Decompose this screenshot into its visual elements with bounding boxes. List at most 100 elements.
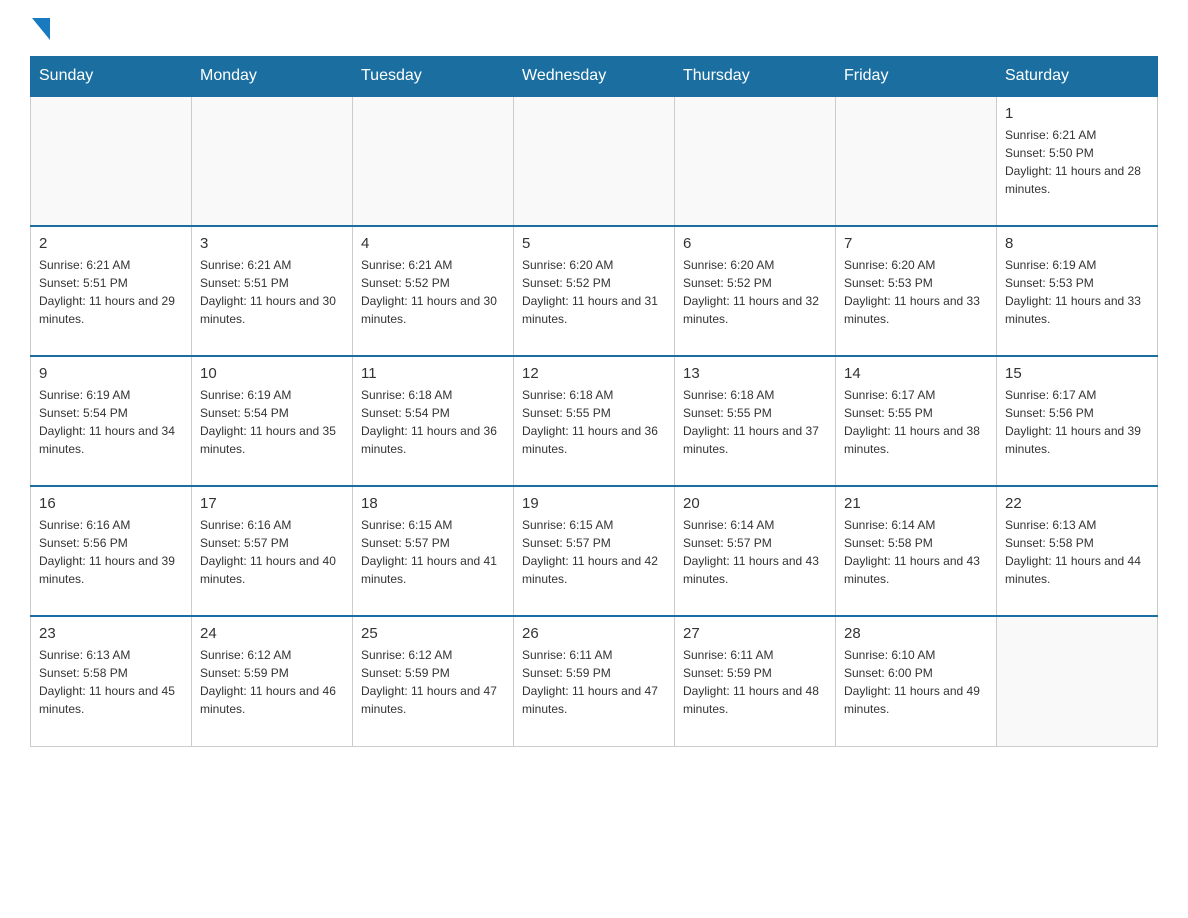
- calendar-day-cell: 25 Sunrise: 6:12 AM Sunset: 5:59 PM Dayli…: [353, 616, 514, 746]
- calendar-day-cell: 4 Sunrise: 6:21 AM Sunset: 5:52 PM Daylig…: [353, 226, 514, 356]
- day-number: 25: [361, 625, 505, 642]
- weekday-header-thursday: Thursday: [675, 57, 836, 97]
- day-info: Sunrise: 6:18 AM Sunset: 5:55 PM Dayligh…: [522, 386, 666, 458]
- calendar-day-cell: 24 Sunrise: 6:12 AM Sunset: 5:59 PM Dayli…: [192, 616, 353, 746]
- day-number: 19: [522, 495, 666, 512]
- calendar-day-cell: 20 Sunrise: 6:14 AM Sunset: 5:57 PM Dayli…: [675, 486, 836, 616]
- calendar-day-cell: 21 Sunrise: 6:14 AM Sunset: 5:58 PM Dayli…: [836, 486, 997, 616]
- day-info: Sunrise: 6:21 AM Sunset: 5:51 PM Dayligh…: [200, 256, 344, 328]
- weekday-header-saturday: Saturday: [997, 57, 1158, 97]
- day-number: 5: [522, 235, 666, 252]
- calendar-day-cell: [192, 96, 353, 226]
- day-number: 21: [844, 495, 988, 512]
- calendar-day-cell: [675, 96, 836, 226]
- day-number: 7: [844, 235, 988, 252]
- day-number: 3: [200, 235, 344, 252]
- day-info: Sunrise: 6:12 AM Sunset: 5:59 PM Dayligh…: [200, 646, 344, 718]
- calendar-day-cell: 27 Sunrise: 6:11 AM Sunset: 5:59 PM Dayli…: [675, 616, 836, 746]
- day-info: Sunrise: 6:21 AM Sunset: 5:50 PM Dayligh…: [1005, 126, 1149, 198]
- calendar-day-cell: 10 Sunrise: 6:19 AM Sunset: 5:54 PM Dayli…: [192, 356, 353, 486]
- day-number: 1: [1005, 105, 1149, 122]
- calendar-day-cell: [997, 616, 1158, 746]
- day-info: Sunrise: 6:10 AM Sunset: 6:00 PM Dayligh…: [844, 646, 988, 718]
- day-number: 2: [39, 235, 183, 252]
- day-number: 18: [361, 495, 505, 512]
- day-info: Sunrise: 6:16 AM Sunset: 5:56 PM Dayligh…: [39, 516, 183, 588]
- day-info: Sunrise: 6:16 AM Sunset: 5:57 PM Dayligh…: [200, 516, 344, 588]
- day-info: Sunrise: 6:14 AM Sunset: 5:58 PM Dayligh…: [844, 516, 988, 588]
- day-info: Sunrise: 6:20 AM Sunset: 5:53 PM Dayligh…: [844, 256, 988, 328]
- calendar-week-row: 1 Sunrise: 6:21 AM Sunset: 5:50 PM Daylig…: [31, 96, 1158, 226]
- calendar-day-cell: 26 Sunrise: 6:11 AM Sunset: 5:59 PM Dayli…: [514, 616, 675, 746]
- day-number: 8: [1005, 235, 1149, 252]
- day-number: 10: [200, 365, 344, 382]
- calendar-day-cell: 14 Sunrise: 6:17 AM Sunset: 5:55 PM Dayli…: [836, 356, 997, 486]
- calendar-day-cell: 13Sunrise: 6:18 AM Sunset: 5:55 PM Dayli…: [675, 356, 836, 486]
- day-info: Sunrise: 6:17 AM Sunset: 5:55 PM Dayligh…: [844, 386, 988, 458]
- page-header: [30, 20, 1158, 36]
- calendar-day-cell: 15 Sunrise: 6:17 AM Sunset: 5:56 PM Dayli…: [997, 356, 1158, 486]
- calendar-day-cell: 7 Sunrise: 6:20 AM Sunset: 5:53 PM Daylig…: [836, 226, 997, 356]
- day-number: 17: [200, 495, 344, 512]
- day-info: Sunrise: 6:20 AM Sunset: 5:52 PM Dayligh…: [522, 256, 666, 328]
- calendar-day-cell: 23 Sunrise: 6:13 AM Sunset: 5:58 PM Dayli…: [31, 616, 192, 746]
- calendar-body: 1 Sunrise: 6:21 AM Sunset: 5:50 PM Daylig…: [31, 96, 1158, 746]
- day-info: Sunrise: 6:11 AM Sunset: 5:59 PM Dayligh…: [683, 646, 827, 718]
- day-info: Sunrise: 6:13 AM Sunset: 5:58 PM Dayligh…: [39, 646, 183, 718]
- day-number: 24: [200, 625, 344, 642]
- logo-triangle-icon: [32, 18, 50, 40]
- calendar-day-cell: 12Sunrise: 6:18 AM Sunset: 5:55 PM Dayli…: [514, 356, 675, 486]
- weekday-header-sunday: Sunday: [31, 57, 192, 97]
- weekday-header-friday: Friday: [836, 57, 997, 97]
- calendar-day-cell: [514, 96, 675, 226]
- calendar-day-cell: 5 Sunrise: 6:20 AM Sunset: 5:52 PM Daylig…: [514, 226, 675, 356]
- calendar-day-cell: 1 Sunrise: 6:21 AM Sunset: 5:50 PM Daylig…: [997, 96, 1158, 226]
- day-info: Sunrise: 6:18 AM Sunset: 5:54 PM Dayligh…: [361, 386, 505, 458]
- day-info: Sunrise: 6:14 AM Sunset: 5:57 PM Dayligh…: [683, 516, 827, 588]
- day-info: Sunrise: 6:15 AM Sunset: 5:57 PM Dayligh…: [522, 516, 666, 588]
- day-info: Sunrise: 6:12 AM Sunset: 5:59 PM Dayligh…: [361, 646, 505, 718]
- calendar-day-cell: 22 Sunrise: 6:13 AM Sunset: 5:58 PM Dayli…: [997, 486, 1158, 616]
- calendar-day-cell: 11 Sunrise: 6:18 AM Sunset: 5:54 PM Dayli…: [353, 356, 514, 486]
- day-number: 20: [683, 495, 827, 512]
- calendar-day-cell: 19 Sunrise: 6:15 AM Sunset: 5:57 PM Dayli…: [514, 486, 675, 616]
- day-number: 28: [844, 625, 988, 642]
- calendar-day-cell: 8 Sunrise: 6:19 AM Sunset: 5:53 PM Daylig…: [997, 226, 1158, 356]
- calendar-header: SundayMondayTuesdayWednesdayThursdayFrid…: [31, 57, 1158, 97]
- day-info: Sunrise: 6:17 AM Sunset: 5:56 PM Dayligh…: [1005, 386, 1149, 458]
- weekday-header-monday: Monday: [192, 57, 353, 97]
- calendar-day-cell: [353, 96, 514, 226]
- weekday-header-wednesday: Wednesday: [514, 57, 675, 97]
- day-info: Sunrise: 6:21 AM Sunset: 5:51 PM Dayligh…: [39, 256, 183, 328]
- day-info: Sunrise: 6:19 AM Sunset: 5:54 PM Dayligh…: [200, 386, 344, 458]
- calendar-day-cell: 3 Sunrise: 6:21 AM Sunset: 5:51 PM Daylig…: [192, 226, 353, 356]
- day-info: Sunrise: 6:19 AM Sunset: 5:53 PM Dayligh…: [1005, 256, 1149, 328]
- calendar-week-row: 2 Sunrise: 6:21 AM Sunset: 5:51 PM Daylig…: [31, 226, 1158, 356]
- calendar-week-row: 16 Sunrise: 6:16 AM Sunset: 5:56 PM Dayli…: [31, 486, 1158, 616]
- day-number: 11: [361, 365, 505, 382]
- calendar-week-row: 9 Sunrise: 6:19 AM Sunset: 5:54 PM Daylig…: [31, 356, 1158, 486]
- day-number: 16: [39, 495, 183, 512]
- day-number: 27: [683, 625, 827, 642]
- day-number: 9: [39, 365, 183, 382]
- day-number: 4: [361, 235, 505, 252]
- day-number: 14: [844, 365, 988, 382]
- day-info: Sunrise: 6:21 AM Sunset: 5:52 PM Dayligh…: [361, 256, 505, 328]
- day-info: Sunrise: 6:13 AM Sunset: 5:58 PM Dayligh…: [1005, 516, 1149, 588]
- calendar-day-cell: 6 Sunrise: 6:20 AM Sunset: 5:52 PM Daylig…: [675, 226, 836, 356]
- day-number: 15: [1005, 365, 1149, 382]
- day-number: 6: [683, 235, 827, 252]
- calendar-day-cell: 17 Sunrise: 6:16 AM Sunset: 5:57 PM Dayli…: [192, 486, 353, 616]
- calendar-day-cell: 16 Sunrise: 6:16 AM Sunset: 5:56 PM Dayli…: [31, 486, 192, 616]
- day-number: 22: [1005, 495, 1149, 512]
- logo: [30, 20, 50, 36]
- calendar-week-row: 23 Sunrise: 6:13 AM Sunset: 5:58 PM Dayli…: [31, 616, 1158, 746]
- day-info: Sunrise: 6:11 AM Sunset: 5:59 PM Dayligh…: [522, 646, 666, 718]
- day-number: 23: [39, 625, 183, 642]
- day-number: 26: [522, 625, 666, 642]
- day-info: Sunrise: 6:20 AM Sunset: 5:52 PM Dayligh…: [683, 256, 827, 328]
- calendar-day-cell: 2 Sunrise: 6:21 AM Sunset: 5:51 PM Daylig…: [31, 226, 192, 356]
- calendar-day-cell: [836, 96, 997, 226]
- day-info: Sunrise: 6:18 AM Sunset: 5:55 PM Dayligh…: [683, 386, 827, 458]
- calendar-day-cell: 18Sunrise: 6:15 AM Sunset: 5:57 PM Dayli…: [353, 486, 514, 616]
